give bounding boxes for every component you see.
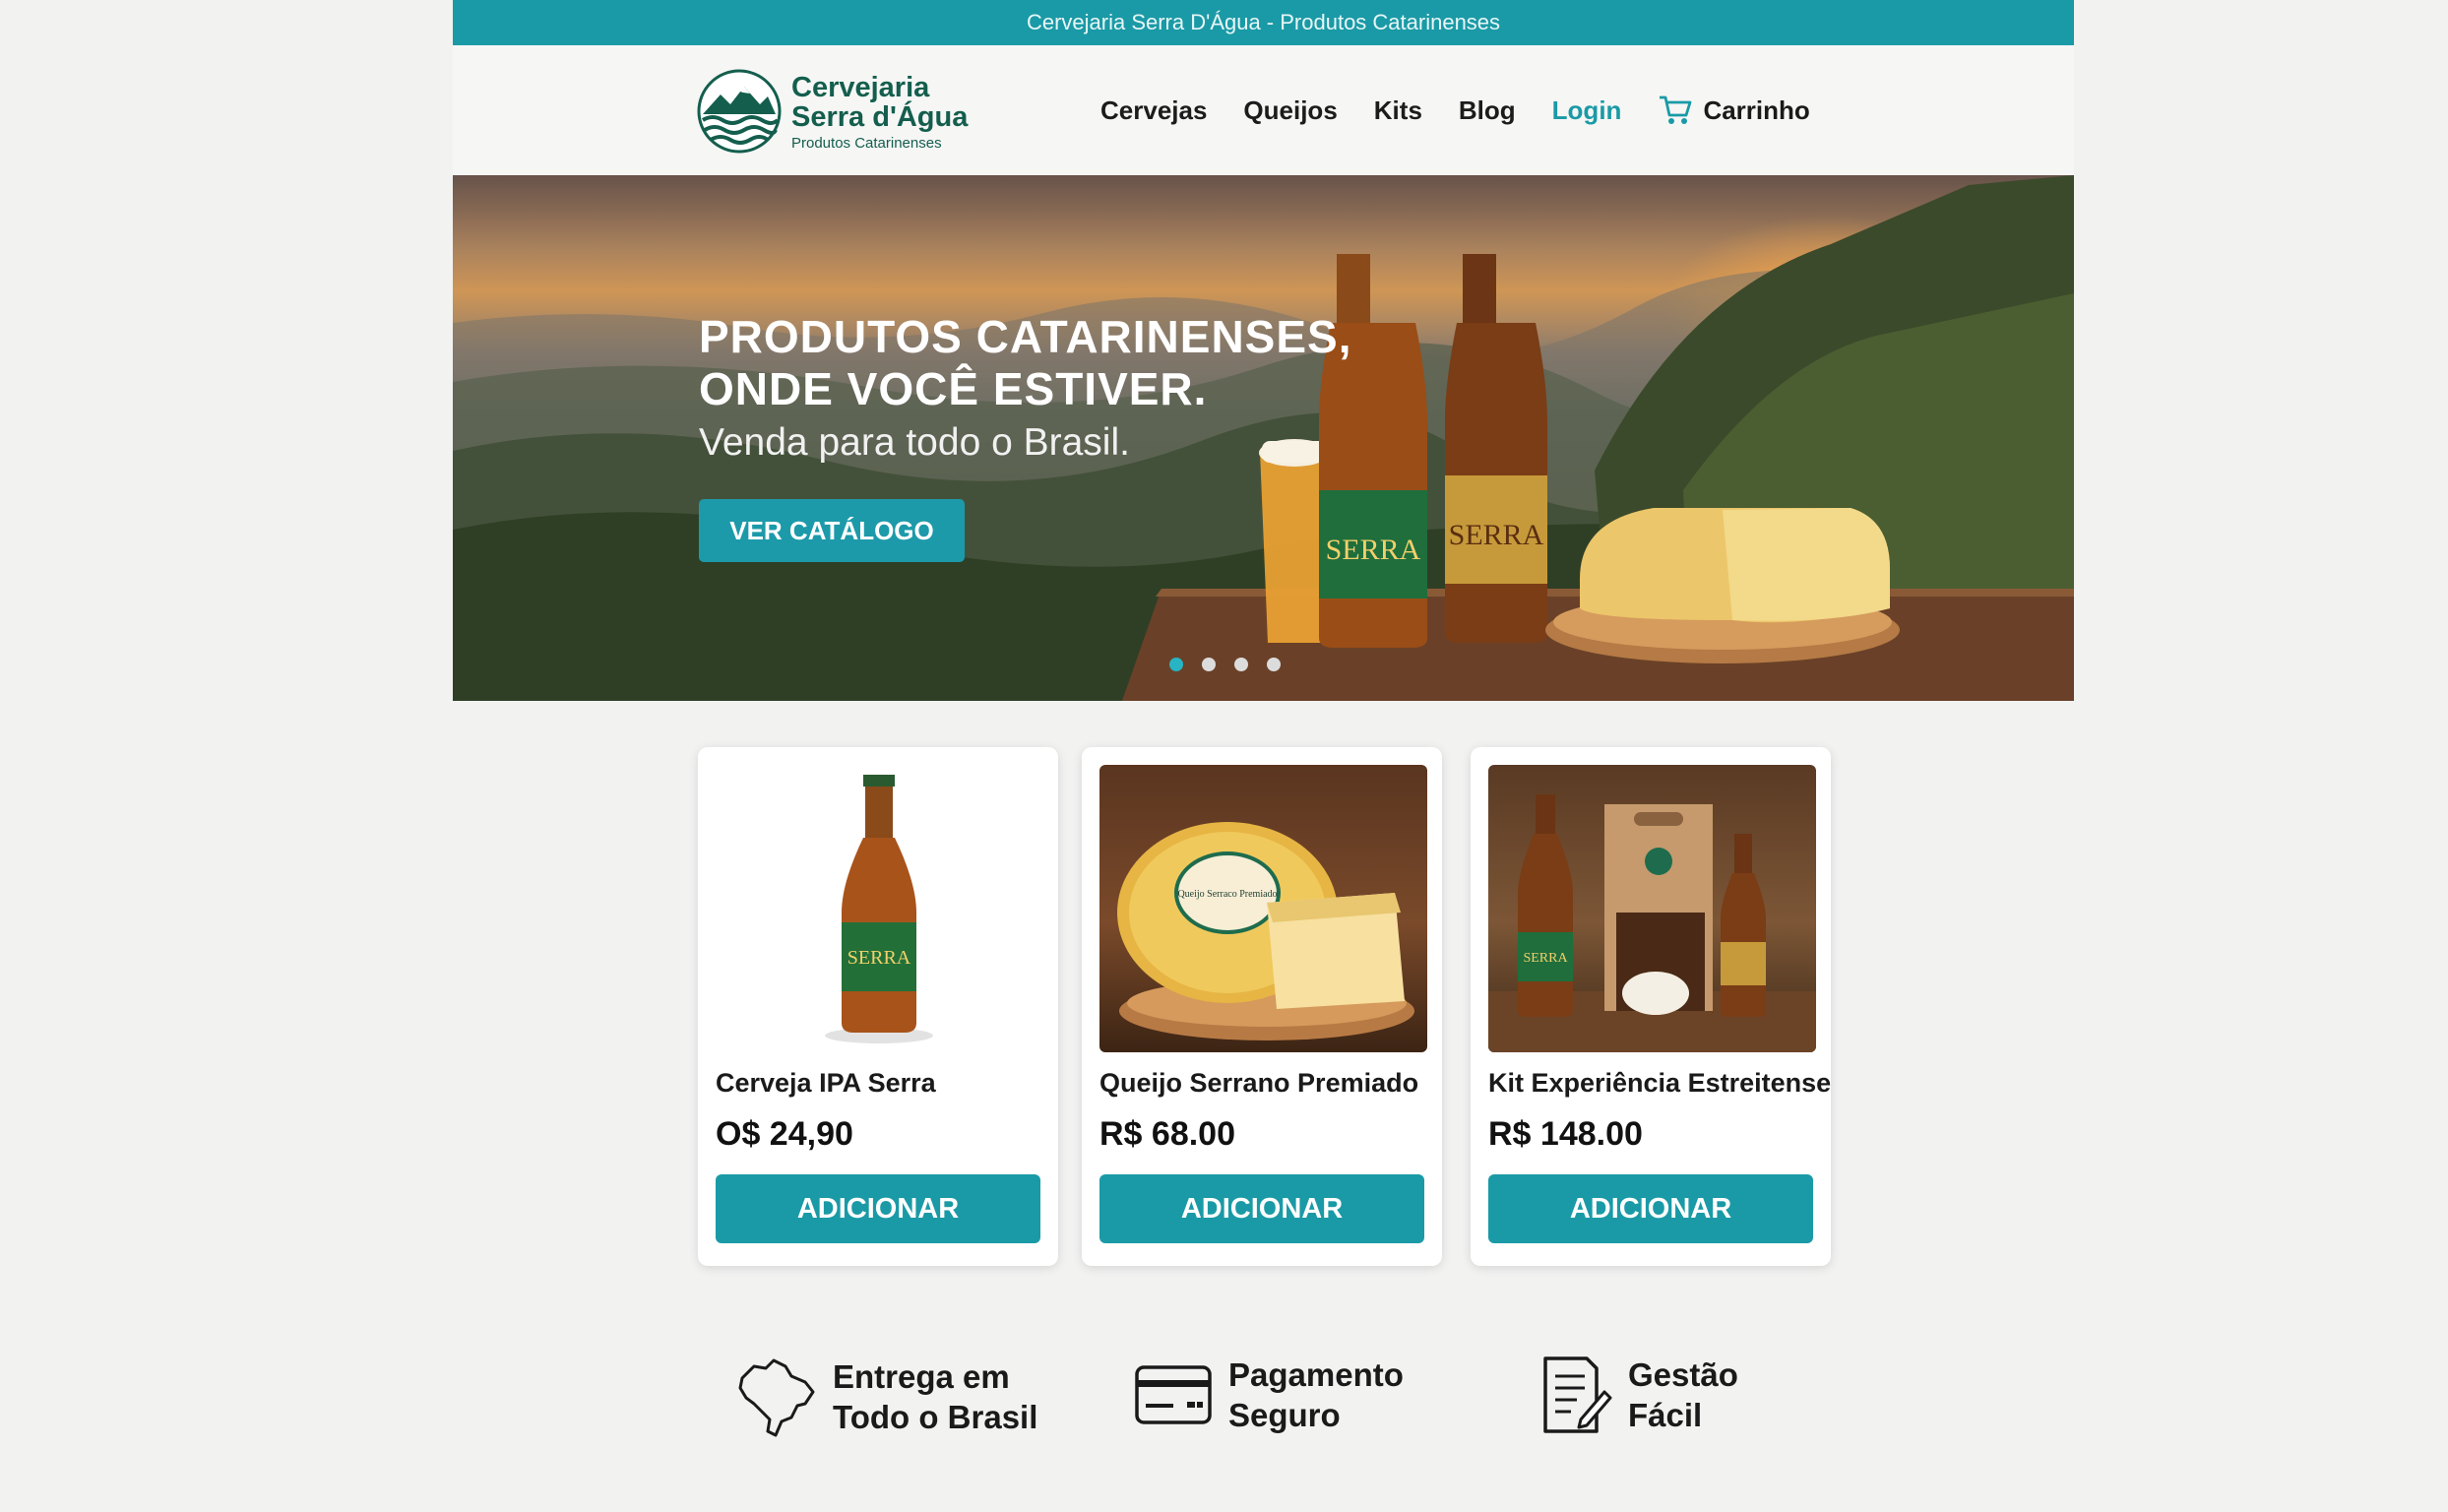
logo-subtitle: Produtos Catarinenses [791,134,942,152]
brazil-map-icon [738,1358,815,1437]
beer-bottle-image: SERRA [825,775,933,1043]
product-price: R$ 68.00 [1099,1115,1235,1153]
product-image-cheese: Queijo Serraco Premiado [1099,765,1427,1052]
nav-item-login[interactable]: Login [1552,95,1622,126]
bottle-label-2: SERRA [1449,519,1544,551]
product-label-1: SERRA [847,947,911,969]
hero-title-line-2: ONDE VOCÊ ESTIVER. [699,363,1208,414]
product-card: SERRA Cerveja IPA Serra O$ 24,90 ADICION… [698,747,1058,1266]
nav-item-kits[interactable]: Kits [1374,95,1422,126]
feature-line-2: Fácil [1628,1397,1703,1433]
feature-text: Pagamento Seguro [1228,1354,1404,1435]
feature-line-1: Entrega em [833,1358,1010,1395]
feature-payment: Pagamento Seguro [1134,1354,1404,1435]
page: Cervejaria Serra D'Água - Produtos Catar… [453,0,2074,1512]
logo[interactable]: Cervejaria Serra d'Água Produtos Catarin… [697,69,968,154]
hero-subtitle: Venda para todo o Brasil. [699,421,1130,464]
add-to-cart-button[interactable]: ADICIONAR [1488,1174,1813,1243]
feature-line-2: Todo o Brasil [833,1399,1038,1435]
product-image-beer: SERRA [716,765,1043,1052]
product-label-2: Queijo Serraco Premiado [1177,889,1277,900]
hero-title-line-1: PRODUTOS CATARINENSES, [699,311,1352,362]
cheese-image: Queijo Serraco Premiado [1117,822,1414,1040]
product-price: R$ 148.00 [1488,1115,1643,1153]
product-image-kit: SERRA [1488,765,1816,1052]
product-price: O$ 24,90 [716,1115,853,1153]
product-name: Queijo Serrano Premiado [1099,1068,1419,1098]
feature-text: Entrega em Todo o Brasil [833,1356,1037,1437]
add-to-cart-button[interactable]: ADICIONAR [1099,1174,1424,1243]
site-header: Cervejaria Serra d'Água Produtos Catarin… [453,45,2074,175]
bottle-label-1: SERRA [1326,534,1421,566]
hero-banner: SERRA SERRA PRODUTOS CATARINENSES, ONDE … [453,175,2074,701]
nav-item-blog[interactable]: Blog [1459,95,1516,126]
logo-text: Cervejaria Serra d'Água Produtos Catarin… [791,73,968,151]
cart-icon [1660,95,1692,124]
product-label-3: SERRA [1523,951,1568,966]
nav-item-cervejas[interactable]: Cervejas [1100,95,1207,126]
product-card: SERRA Kit Experiência Estreitense R$ 148… [1471,747,1831,1266]
carousel-dot-3[interactable] [1234,658,1248,671]
carousel-dot-4[interactable] [1267,658,1281,671]
cart-label: Carrinho [1703,94,1810,125]
feature-line-2: Seguro [1228,1397,1341,1433]
feature-line-1: Pagamento [1228,1356,1404,1393]
product-card: Queijo Serraco Premiado Queijo Serrano P… [1082,747,1442,1266]
view-catalog-button[interactable]: VER CATÁLOGO [699,499,965,562]
feature-management: Gestão Fácil [1541,1354,1738,1435]
cart-link[interactable]: Carrinho [1658,94,1810,127]
carousel-dot-2[interactable] [1202,658,1216,671]
credit-card-icon [1135,1365,1212,1424]
product-name: Cerveja IPA Serra [716,1068,936,1098]
main-nav: Cervejas Queijos Kits Blog Login Carrinh… [1100,45,1810,175]
logo-line-2: Serra d'Água [791,100,969,133]
product-name: Kit Experiência Estreitense [1488,1068,1832,1098]
nav-item-queijos[interactable]: Queijos [1243,95,1337,126]
mountain-waves-logo-icon [697,69,782,154]
hero-title: PRODUTOS CATARINENSES, ONDE VOCÊ ESTIVER… [699,311,1352,415]
carousel-dots [1169,658,1299,671]
feature-line-1: Gestão [1628,1356,1738,1393]
feature-text: Gestão Fácil [1628,1354,1738,1435]
logo-line-1: Cervejaria [791,71,930,103]
add-to-cart-button[interactable]: ADICIONAR [716,1174,1040,1243]
kit-image: SERRA [1488,794,1816,1052]
carousel-dot-1[interactable] [1169,658,1183,671]
top-announcement-bar: Cervejaria Serra D'Água - Produtos Catar… [453,0,2074,45]
topbar-text: Cervejaria Serra D'Água - Produtos Catar… [1026,10,1501,34]
feature-delivery: Entrega em Todo o Brasil [736,1354,1037,1439]
document-edit-icon [1543,1356,1612,1433]
